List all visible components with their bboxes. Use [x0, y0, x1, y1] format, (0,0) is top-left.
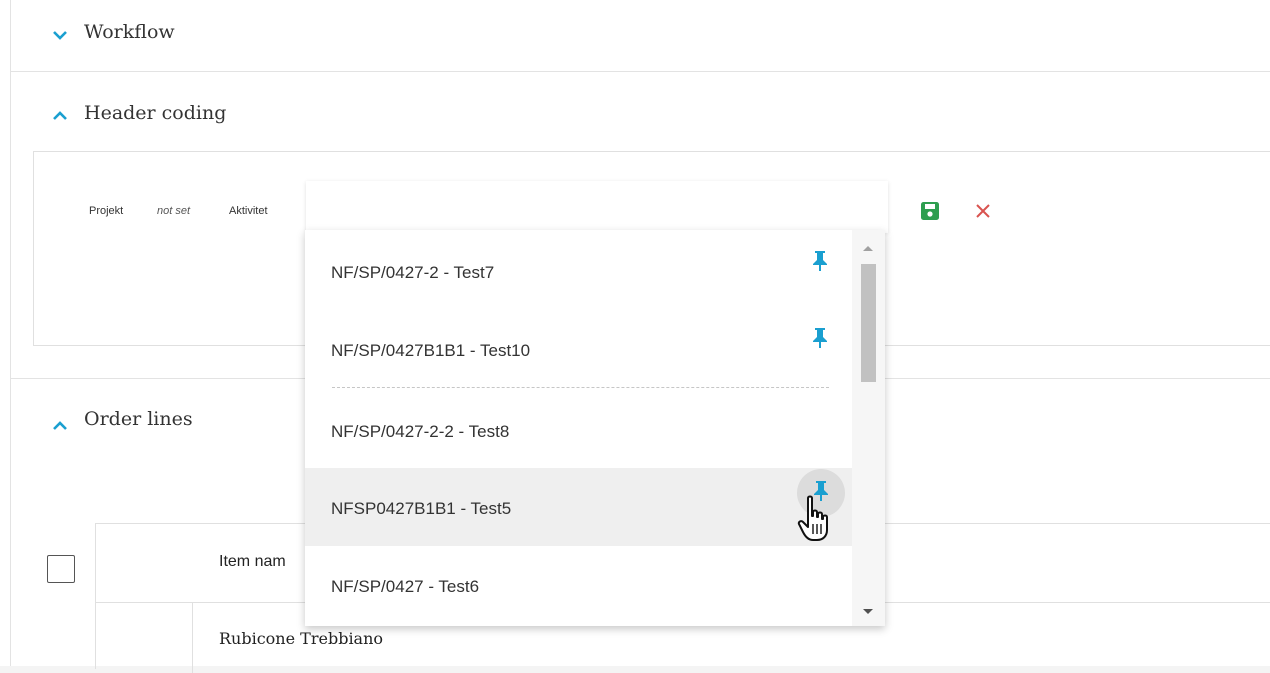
pin-icon[interactable] [811, 327, 829, 349]
scrollbar-thumb[interactable] [861, 264, 876, 382]
dropdown-option-label: NF/SP/0427-2 - Test7 [331, 263, 495, 282]
section-header-coding-header[interactable]: Header coding [11, 72, 1270, 152]
projekt-label: Projekt [89, 205, 124, 217]
pin-icon[interactable] [812, 480, 830, 502]
pinned-separator [332, 387, 829, 388]
table-col-divider [192, 603, 193, 673]
section-title-order-lines: Order lines [84, 408, 193, 430]
scroll-down-arrow-icon[interactable] [862, 608, 874, 616]
dropdown-option-label: NF/SP/0427B1B1 - Test10 [331, 341, 531, 360]
dropdown-option[interactable]: NF/SP/0427B1B1 - Test10 [305, 310, 852, 388]
section-title-workflow: Workflow [84, 21, 175, 43]
section-workflow-header[interactable]: Workflow [11, 0, 1270, 72]
left-gutter [0, 0, 10, 666]
chevron-up-icon [53, 421, 67, 430]
dropdown-option-hovered[interactable]: NFSP0427B1B1 - Test5 [305, 468, 852, 546]
aktivitet-input[interactable] [306, 181, 888, 233]
projekt-value[interactable]: not set [157, 205, 190, 217]
aktivitet-dropdown[interactable]: NF/SP/0427-2 - Test7 NF/SP/0427B1B1 - Te… [305, 230, 885, 626]
dropdown-option-label: NF/SP/0427-2-2 - Test8 [331, 422, 510, 441]
dropdown-option[interactable]: NF/SP/0427-2 - Test7 [305, 232, 852, 310]
dropdown-option-label: NFSP0427B1B1 - Test5 [331, 499, 512, 518]
column-header-item-name[interactable]: Item nam [219, 553, 286, 571]
section-title-header-coding: Header coding [84, 102, 227, 124]
dropdown-option[interactable]: NF/SP/0427 - Test6 [305, 546, 852, 624]
dropdown-option-label: NF/SP/0427 - Test6 [331, 577, 480, 596]
table-cell-item-name: Rubicone Trebbiano [219, 629, 384, 648]
floppy-disk-icon[interactable] [920, 201, 940, 221]
scroll-up-arrow-icon[interactable] [862, 244, 874, 252]
dropdown-option[interactable]: NF/SP/0427-2-2 - Test8 [305, 391, 852, 469]
select-all-checkbox[interactable] [47, 555, 75, 583]
dropdown-scrollbar[interactable] [852, 230, 885, 626]
close-icon[interactable] [975, 203, 991, 219]
chevron-down-icon [53, 31, 67, 40]
pin-icon[interactable] [811, 250, 829, 272]
aktivitet-label: Aktivitet [229, 205, 268, 217]
chevron-up-icon [53, 111, 67, 120]
